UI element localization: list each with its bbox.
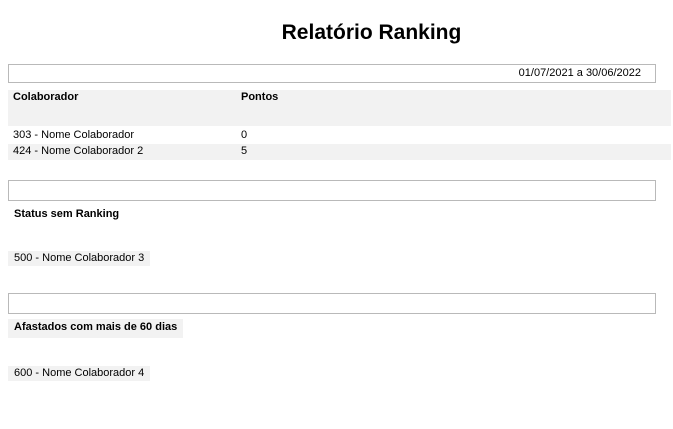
report-title: Relatório Ranking (281, 21, 462, 44)
row-points: 5 (241, 145, 248, 157)
row-collaborator: 303 - Nome Colaborador (13, 129, 135, 141)
list-item: 500 - Nome Colaborador 3 (8, 251, 151, 266)
column-header-collaborator: Colaborador (13, 91, 79, 103)
ranking-table-header: Colaborador Pontos (8, 90, 671, 126)
list-item: 600 - Nome Colaborador 4 (8, 366, 151, 381)
table-row: 424 - Nome Colaborador 2 5 (8, 144, 671, 160)
column-header-points: Pontos (241, 91, 279, 103)
section-divider-box (8, 293, 656, 314)
row-collaborator: 424 - Nome Colaborador 2 (13, 145, 144, 157)
table-row: 303 - Nome Colaborador 0 (8, 128, 671, 144)
section-title-away-over-60-days: Afastados com mais de 60 dias (8, 319, 184, 338)
row-points: 0 (241, 129, 248, 141)
date-range-text: 01/07/2021 a 30/06/2022 (518, 67, 641, 79)
date-range-box: 01/07/2021 a 30/06/2022 (8, 64, 656, 83)
section-title-status-without-ranking: Status sem Ranking (14, 208, 120, 220)
section-divider-box (8, 180, 656, 201)
